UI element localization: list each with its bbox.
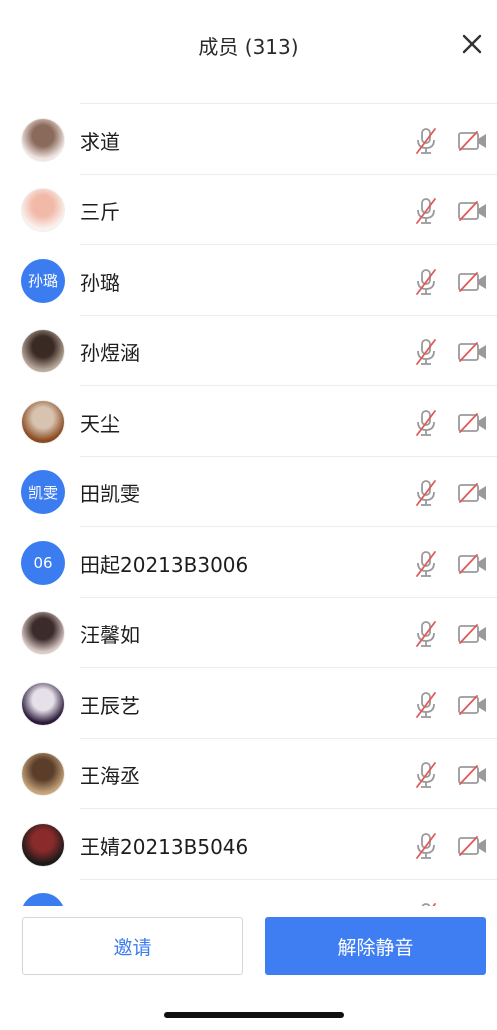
camera-off-icon[interactable]: [458, 624, 488, 644]
footer: 邀请 解除静音: [0, 906, 497, 1030]
avatar: [21, 611, 65, 655]
avatar: [21, 188, 65, 232]
avatar: [21, 399, 65, 444]
member-row[interactable]: 求道: [0, 105, 497, 175]
camera-off-icon[interactable]: [458, 553, 488, 574]
avatar-initials: 06: [33, 553, 53, 572]
mic-muted-icon[interactable]: [414, 409, 438, 437]
avatar: [21, 329, 65, 373]
camera-off-icon[interactable]: [458, 130, 488, 151]
mic-muted-icon[interactable]: [414, 268, 438, 296]
member-name: 三斤: [80, 200, 120, 224]
camera-off-icon[interactable]: [458, 201, 488, 221]
member-row[interactable]: 王辰艺: [0, 669, 497, 739]
member-row[interactable]: 汪馨如: [0, 598, 497, 668]
mic-muted-icon[interactable]: [414, 127, 438, 155]
member-name: 孙煜涵: [80, 341, 140, 365]
camera-off-icon[interactable]: [458, 835, 488, 856]
member-name: 田凯雯: [80, 482, 140, 506]
home-indicator: [164, 1012, 344, 1018]
camera-off-icon[interactable]: [458, 412, 488, 433]
camera-off-icon[interactable]: [458, 694, 488, 715]
member-row[interactable]: 三斤: [0, 175, 497, 245]
avatar: 凯雯: [21, 470, 65, 514]
camera-off-icon[interactable]: [458, 765, 488, 785]
camera-off-icon[interactable]: [458, 483, 488, 503]
member-name: 王海丞: [80, 764, 140, 788]
mic-muted-icon[interactable]: [414, 691, 438, 719]
avatar-initials: 孙璐: [27, 272, 58, 290]
mic-muted-icon[interactable]: [414, 479, 438, 507]
member-list[interactable]: 清睚清睚求道三斤孙璐孙璐孙煜涵天尘凯雯田凯雯06田起20213B3006汪馨如王…: [0, 36, 497, 908]
mic-muted-icon[interactable]: [414, 761, 438, 789]
close-icon[interactable]: [461, 33, 483, 55]
camera-off-icon[interactable]: [458, 271, 488, 292]
avatar: 孙璐: [21, 258, 65, 303]
member-row[interactable]: 凯雯 田凯雯: [0, 457, 497, 527]
member-name: 天尘: [80, 411, 120, 436]
member-name: 田起20213B3006: [80, 552, 249, 577]
avatar-initials: 凯雯: [27, 483, 58, 502]
camera-off-icon[interactable]: [458, 342, 488, 362]
member-row[interactable]: [0, 880, 497, 908]
member-row[interactable]: 天尘: [0, 387, 497, 457]
member-row[interactable]: 孙璐 孙璐: [0, 246, 497, 316]
avatar: [21, 117, 65, 162]
member-row[interactable]: 王海丞: [0, 739, 497, 809]
mic-muted-icon[interactable]: [414, 338, 438, 366]
member-name: 孙璐: [80, 270, 120, 295]
mic-muted-icon[interactable]: [414, 550, 438, 578]
member-name: 汪馨如: [80, 623, 140, 647]
member-row[interactable]: 孙煜涵: [0, 316, 497, 386]
header: 成员 (313): [0, 0, 497, 92]
mic-muted-icon[interactable]: [414, 832, 438, 860]
member-name: 王辰艺: [80, 693, 140, 718]
avatar: 06: [21, 540, 65, 585]
member-row[interactable]: 王婧20213B5046: [0, 810, 497, 880]
avatar: [21, 681, 65, 726]
mic-muted-icon[interactable]: [414, 197, 438, 225]
page-title: 成员 (313): [198, 35, 299, 59]
mic-muted-icon[interactable]: [414, 620, 438, 648]
avatar: [21, 752, 65, 796]
member-row[interactable]: 06 田起20213B3006: [0, 528, 497, 598]
member-name: 王婧20213B5046: [80, 834, 249, 859]
avatar: [21, 822, 65, 867]
invite-button[interactable]: 邀请: [22, 917, 243, 975]
unmute-all-button[interactable]: 解除静音: [265, 917, 486, 975]
member-name: 求道: [80, 129, 120, 154]
